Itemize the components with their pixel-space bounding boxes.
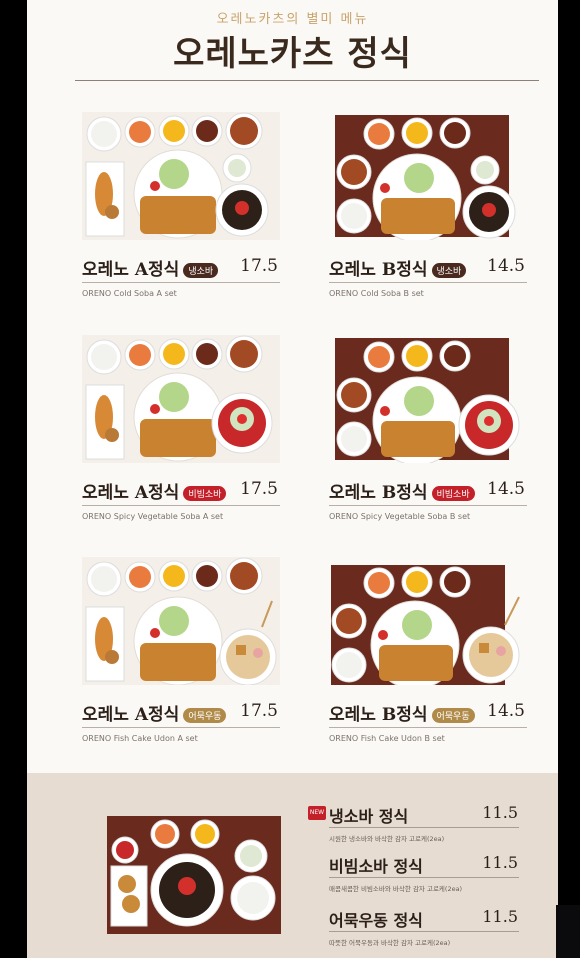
noodle-badge: 냉소바 [431,263,467,278]
item-name: 오레노 B정식 비빔소바 [329,478,475,503]
lunch-set-price: 11.5 [482,853,518,872]
food-photo-a-set [82,112,280,240]
food-photo-b-set [331,565,520,685]
noodle-badge: 어묵우동 [431,708,475,723]
menu-item-b-cold-soba[interactable]: 오레노 B정식 냉소바 14.5 ORENO Cold Soba B set [329,112,529,312]
item-name: 오레노 A정식 비빔소바 [82,478,227,503]
item-english-name: ORENO Spicy Vegetable Soba B set [329,512,471,521]
item-divider [329,505,527,506]
menu-item-a-bibim-soba[interactable]: 오레노 A정식 비빔소바 17.5 ORENO Spicy Vegetable S… [82,335,282,535]
menu-subtitle: 오레노카츠의 별미 메뉴 [216,12,369,27]
menu-page: 오레노카츠의 별미 메뉴 오레노카츠 정식 오레노 A정식 냉소바 17.5 OR… [27,0,558,958]
item-name: 오레노 A정식 어묵우동 [82,700,227,725]
item-price: 17.5 [240,701,278,721]
menu-title: 오레노카츠 정식 [173,34,412,74]
item-divider [329,282,527,283]
noodle-badge: 냉소바 [183,263,219,278]
new-badge: NEW [308,806,326,820]
lunch-set-item[interactable]: 어묵우동 정식 11.5 따뜻한 어묵우동과 바삭한 감자 고로케(2ea) [308,907,519,947]
item-name-row: 오레노 B정식 비빔소바 14.5 [329,478,529,504]
lunch-set-price: 11.5 [482,907,518,926]
item-name: 오레노 B정식 어묵우동 [329,700,475,725]
item-english-name: ORENO Cold Soba B set [329,289,424,298]
food-photo-b-set [335,338,520,463]
lunch-set-divider [329,827,519,828]
lunch-set-description: 따뜻한 어묵우동과 바삭한 감자 고로케(2ea) [329,939,451,947]
item-english-name: ORENO Spicy Vegetable Soba A set [82,512,224,521]
menu-item-b-fish-cake-udon[interactable]: 오레노 B정식 어묵우동 14.5 ORENO Fish Cake Udon B … [329,557,529,757]
lunch-set-name: 어묵우동 정식 [329,911,423,930]
item-english-name: ORENO Fish Cake Udon A set [82,734,198,743]
food-photo-a-set [82,335,280,463]
item-english-name: ORENO Cold Soba A set [82,289,177,298]
title-divider [75,80,539,81]
lunch-set-item[interactable]: NEW 냉소바 정식 11.5 시원한 냉소바와 바삭한 감자 고로케(2ea) [308,803,519,843]
food-photo-soba-set [107,816,281,934]
lunch-set-item[interactable]: 비빔소바 정식 11.5 매콤새콤한 비빔소바와 바삭한 감자 고로케(2ea) [308,853,519,893]
item-name-row: 오레노 A정식 냉소바 17.5 [82,255,282,281]
lunch-set-divider [329,877,519,878]
item-divider [82,505,280,506]
food-photo-a-set [82,557,280,685]
noodle-badge: 어묵우동 [183,708,227,723]
item-price: 14.5 [487,701,525,721]
lunch-set-price: 11.5 [482,803,518,822]
lunch-set-name: 냉소바 정식 [329,807,409,826]
item-divider [82,727,280,728]
item-divider [82,282,280,283]
lunch-set-description: 매콤새콤한 비빔소바와 바삭한 감자 고로케(2ea) [329,885,463,893]
item-name-row: 오레노 A정식 비빔소바 17.5 [82,478,282,504]
corner-thumbnail [556,905,580,958]
item-price: 14.5 [487,256,525,276]
item-divider [329,727,527,728]
food-photo-b-set [335,115,516,240]
item-name: 오레노 A정식 냉소바 [82,255,219,280]
menu-item-a-cold-soba[interactable]: 오레노 A정식 냉소바 17.5 ORENO Cold Soba A set [82,112,282,312]
item-name-row: 오레노 A정식 어묵우동 17.5 [82,700,282,726]
item-name-row: 오레노 B정식 어묵우동 14.5 [329,700,529,726]
lunch-set-description: 시원한 냉소바와 바삭한 감자 고로케(2ea) [329,835,445,843]
item-price: 17.5 [240,479,278,499]
item-price: 17.5 [240,256,278,276]
item-name: 오레노 B정식 냉소바 [329,255,467,280]
item-price: 14.5 [487,479,525,499]
menu-item-b-bibim-soba[interactable]: 오레노 B정식 비빔소바 14.5 ORENO Spicy Vegetable S… [329,335,529,535]
item-name-row: 오레노 B정식 냉소바 14.5 [329,255,529,281]
lunch-set-divider [329,931,519,932]
lunch-set-name: 비빔소바 정식 [329,857,423,876]
menu-item-a-fish-cake-udon[interactable]: 오레노 A정식 어묵우동 17.5 ORENO Fish Cake Udon A … [82,557,282,757]
noodle-badge: 비빔소바 [431,486,475,501]
noodle-badge: 비빔소바 [183,486,227,501]
item-english-name: ORENO Fish Cake Udon B set [329,734,445,743]
